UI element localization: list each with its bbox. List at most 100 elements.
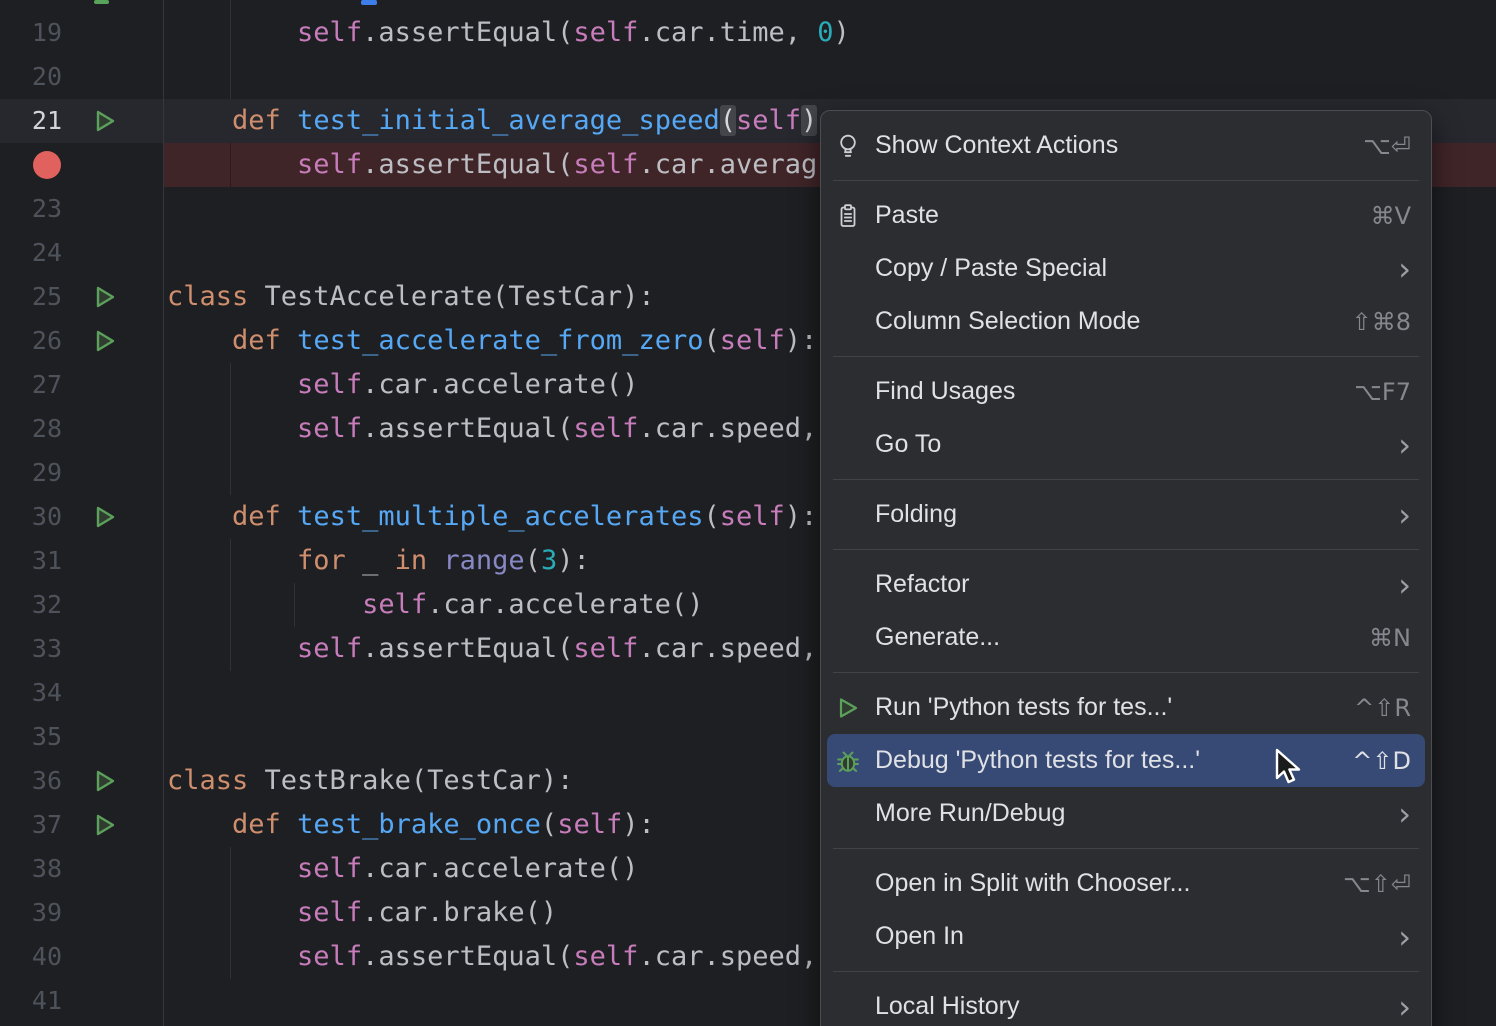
- breakpoint-icon[interactable]: [33, 151, 61, 179]
- line-number: 41: [0, 979, 62, 1023]
- menu-item-shortcut: ⌘N: [1369, 624, 1411, 652]
- menu-item-label: Column Selection Mode: [875, 307, 1140, 336]
- menu-icon-slot: [835, 994, 861, 1020]
- run-icon: [835, 695, 861, 721]
- line-number: 21: [0, 99, 62, 143]
- submenu-chevron-icon: ›: [1398, 572, 1411, 598]
- submenu-chevron-icon: ›: [1398, 256, 1411, 282]
- debug-icon: [835, 748, 861, 774]
- line-number: 27: [0, 363, 62, 407]
- menu-item-folding[interactable]: Folding ›: [821, 488, 1431, 541]
- menu-icon-slot: [835, 924, 861, 950]
- menu-icon-slot: [835, 625, 861, 651]
- menu-item-run-python-tests[interactable]: Run 'Python tests for tes...' ^⇧R: [821, 681, 1431, 734]
- menu-item-label: Generate...: [875, 623, 1000, 652]
- menu-item-label: Run 'Python tests for tes...': [875, 693, 1172, 722]
- code-text: self.assertEqual(self.car.speed,: [167, 627, 817, 671]
- line-number: 31: [0, 539, 62, 583]
- menu-separator: [833, 479, 1419, 480]
- menu-item-local-history[interactable]: Local History ›: [821, 980, 1431, 1026]
- run-gutter-icon[interactable]: [93, 284, 117, 310]
- code-line-19[interactable]: 19 self.assertEqual(self.car.time, 0): [0, 11, 1496, 55]
- menu-item-show-context-actions[interactable]: Show Context Actions ⌥⏎: [821, 119, 1431, 172]
- line-number: 33: [0, 627, 62, 671]
- code-text: self.assertEqual(self.car.speed,: [167, 407, 817, 451]
- submenu-chevron-icon: ›: [1398, 994, 1411, 1020]
- code-text: class TestAccelerate(TestCar):: [167, 275, 655, 319]
- code-text: def test_accelerate_from_zero(self):: [167, 319, 817, 363]
- menu-separator: [833, 971, 1419, 972]
- line-number: 30: [0, 495, 62, 539]
- menu-item-label: Paste: [875, 201, 939, 230]
- menu-item-shortcut: ⌥⏎: [1363, 132, 1411, 160]
- submenu-chevron-icon: ›: [1398, 924, 1411, 950]
- submenu-chevron-icon: ›: [1398, 502, 1411, 528]
- menu-icon-slot: [835, 432, 861, 458]
- code-text: self.car.brake(): [167, 891, 557, 935]
- run-gutter-icon[interactable]: [93, 768, 117, 794]
- menu-item-shortcut: ⌘V: [1371, 202, 1411, 230]
- indent-guide: [230, 451, 231, 495]
- code-text: for _ in range(3):: [167, 539, 590, 583]
- run-gutter-icon[interactable]: [93, 812, 117, 838]
- menu-item-label: Local History: [875, 992, 1020, 1021]
- menu-item-shortcut: ⌥F7: [1354, 378, 1411, 406]
- menu-item-generate[interactable]: Generate... ⌘N: [821, 611, 1431, 664]
- menu-separator: [833, 848, 1419, 849]
- menu-item-label: Debug 'Python tests for tes...': [875, 746, 1200, 775]
- line-number: 38: [0, 847, 62, 891]
- code-text: class TestBrake(TestCar):: [167, 759, 573, 803]
- line-number: 34: [0, 671, 62, 715]
- code-text: self.assertEqual(self.car.time, 0): [167, 11, 850, 55]
- line-number: 28: [0, 407, 62, 451]
- code-text: self.car.accelerate(): [167, 847, 638, 891]
- run-gutter-icon[interactable]: [93, 504, 117, 530]
- code-line-20[interactable]: 20: [0, 55, 1496, 99]
- menu-item-copy-paste-special[interactable]: Copy / Paste Special ›: [821, 242, 1431, 295]
- line-number: 35: [0, 715, 62, 759]
- code-text: def test_brake_once(self):: [167, 803, 655, 847]
- menu-item-go-to[interactable]: Go To›: [821, 418, 1431, 471]
- menu-item-shortcut: ^⇧R: [1354, 694, 1411, 722]
- submenu-chevron-icon: ›: [1398, 432, 1411, 458]
- line-number: 39: [0, 891, 62, 935]
- code-text: self.car.accelerate(): [167, 363, 638, 407]
- menu-item-label: More Run/Debug: [875, 799, 1065, 828]
- code-text: def test_multiple_accelerates(self):: [167, 495, 817, 539]
- line-number: 29: [0, 451, 62, 495]
- menu-separator: [833, 180, 1419, 181]
- menu-item-open-in[interactable]: Open In ›: [821, 910, 1431, 963]
- menu-item-shortcut: ^⇧D: [1352, 747, 1411, 775]
- line-number: 25: [0, 275, 62, 319]
- menu-icon-slot: [835, 256, 861, 282]
- menu-item-refactor[interactable]: Refactor›: [821, 558, 1431, 611]
- menu-item-label: Show Context Actions: [875, 131, 1118, 160]
- menu-item-find-usages[interactable]: Find Usages⌥F7: [821, 365, 1431, 418]
- code-text: self.assertEqual(self.car.speed,: [167, 935, 817, 979]
- menu-separator: [833, 672, 1419, 673]
- menu-item-more-run-debug[interactable]: More Run/Debug ›: [821, 787, 1431, 840]
- run-gutter-icon[interactable]: [93, 108, 117, 134]
- submenu-chevron-icon: ›: [1398, 801, 1411, 827]
- menu-separator: [833, 549, 1419, 550]
- menu-item-label: Open In: [875, 922, 964, 951]
- line-number: 20: [0, 55, 62, 99]
- menu-item-debug-python-tests[interactable]: Debug 'Python tests for tes...' ^⇧D: [827, 734, 1425, 787]
- menu-item-label: Folding: [875, 500, 957, 529]
- run-gutter-icon[interactable]: [93, 328, 117, 354]
- menu-item-paste[interactable]: Paste ⌘V: [821, 189, 1431, 242]
- code-text: def test_initial_average_speed(self): [167, 99, 817, 143]
- line-number: 23: [0, 187, 62, 231]
- line-number: 26: [0, 319, 62, 363]
- line-number: 19: [0, 11, 62, 55]
- lightbulb-icon: [835, 133, 861, 159]
- menu-item-column-selection-mode[interactable]: Column Selection Mode⇧⌘8: [821, 295, 1431, 348]
- line-number: 24: [0, 231, 62, 275]
- menu-item-open-in-split-with-chooser[interactable]: Open in Split with Chooser...⌥⇧⏎: [821, 857, 1431, 910]
- context-menu: Show Context Actions ⌥⏎ Paste ⌘V Copy / Past…: [820, 110, 1432, 1026]
- line-number: 40: [0, 935, 62, 979]
- menu-icon-slot: [835, 379, 861, 405]
- menu-icon-slot: [835, 871, 861, 897]
- menu-item-label: Copy / Paste Special: [875, 254, 1107, 283]
- code-text: self.car.accelerate(): [167, 583, 703, 627]
